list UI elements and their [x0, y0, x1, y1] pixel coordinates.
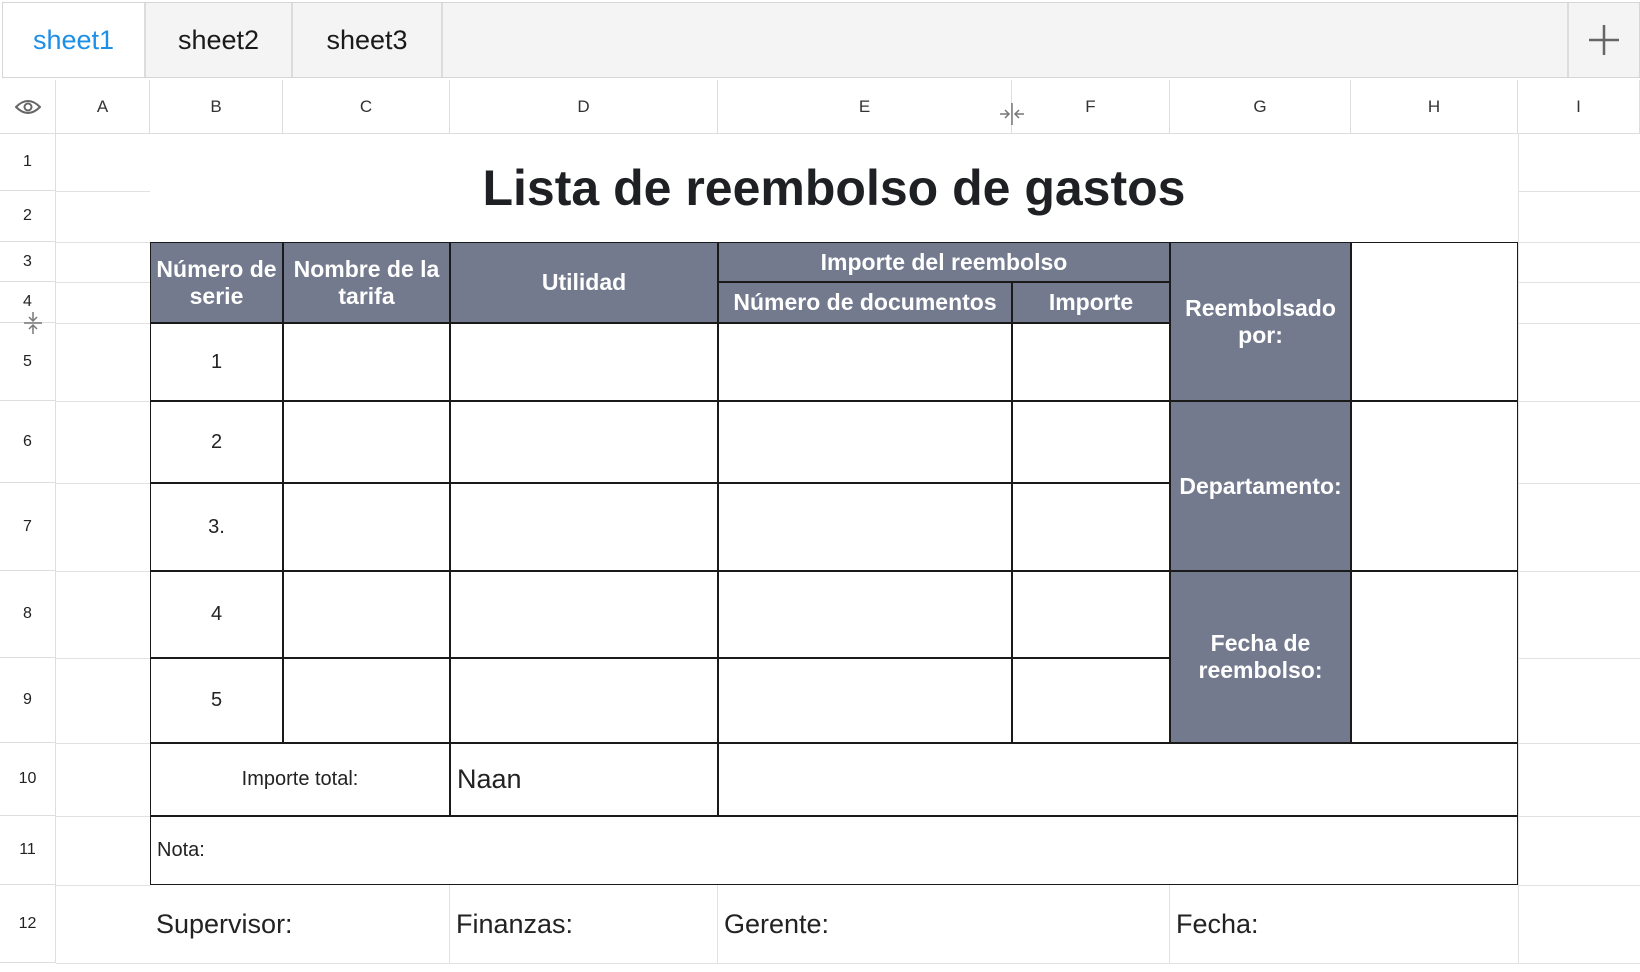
column-header-c[interactable]: C [283, 80, 450, 134]
gridline [56, 483, 150, 484]
row-header-9[interactable]: 9 [0, 658, 56, 743]
serial-cell[interactable]: 4 [150, 571, 283, 658]
fee-name-cell[interactable] [283, 483, 450, 571]
sheet-title[interactable]: Lista de reembolso de gastos [150, 134, 1518, 242]
header-utility[interactable]: Utilidad [450, 242, 718, 323]
label-department[interactable]: Departamento: [1170, 401, 1351, 571]
signature-manager[interactable]: Gerente: [718, 885, 1170, 963]
serial-cell[interactable]: 2 [150, 401, 283, 483]
serial-cell[interactable]: 5 [150, 658, 283, 743]
header-fee-name[interactable]: Nombre de la tarifa [283, 242, 450, 323]
row-header-1[interactable]: 1 [0, 134, 56, 191]
signature-date[interactable]: Fecha: [1170, 885, 1518, 963]
document-count-cell[interactable] [718, 323, 1012, 401]
gridline [56, 658, 150, 659]
gridline [1518, 483, 1640, 484]
amount-cell[interactable] [1012, 483, 1170, 571]
serial-cell[interactable]: 1 [150, 323, 283, 401]
gridline [56, 323, 150, 324]
gridline [56, 282, 150, 283]
fee-name-cell[interactable] [283, 571, 450, 658]
header-amount[interactable]: Importe [1012, 282, 1170, 323]
row-header-11[interactable]: 11 [0, 816, 56, 885]
document-count-cell[interactable] [718, 658, 1012, 743]
gridline [1518, 401, 1640, 402]
utility-cell[interactable] [450, 571, 718, 658]
gridline [56, 191, 150, 192]
serial-cell[interactable]: 3. [150, 483, 283, 571]
gridline [1518, 658, 1640, 659]
tab-sheet3[interactable]: sheet3 [293, 3, 443, 77]
gridline [56, 242, 150, 243]
document-count-cell[interactable] [718, 401, 1012, 483]
column-header-i[interactable]: I [1518, 80, 1640, 134]
amount-cell[interactable] [1012, 323, 1170, 401]
value-reimbursed-by[interactable] [1351, 242, 1518, 401]
gridline [56, 885, 150, 886]
gridline [1518, 816, 1640, 817]
label-reimbursed-by[interactable]: Reembolsado por: [1170, 242, 1351, 401]
row-header-6[interactable]: 6 [0, 401, 56, 483]
label-reimbursement-date[interactable]: Fecha de reembolso: [1170, 571, 1351, 743]
value-reimbursement-date[interactable] [1351, 571, 1518, 743]
utility-cell[interactable] [450, 323, 718, 401]
utility-cell[interactable] [450, 658, 718, 743]
tab-sheet2[interactable]: sheet2 [146, 3, 293, 77]
fee-name-cell[interactable] [283, 401, 450, 483]
row-header-12[interactable]: 12 [0, 885, 56, 963]
column-header-h[interactable]: H [1351, 80, 1518, 134]
header-reimbursement-amount[interactable]: Importe del reembolso [718, 242, 1170, 282]
amount-cell[interactable] [1012, 658, 1170, 743]
gridline [56, 743, 150, 744]
total-label[interactable]: Importe total: [150, 743, 450, 816]
gridline [1518, 282, 1640, 283]
gridline [1518, 743, 1640, 744]
gridline [1518, 323, 1640, 324]
column-header-b[interactable]: B [150, 80, 283, 134]
row-resize-icon[interactable] [22, 311, 44, 335]
add-sheet-button[interactable] [1567, 3, 1639, 77]
column-header-a[interactable]: A [56, 80, 150, 134]
row-header-8[interactable]: 8 [0, 571, 56, 658]
header-document-count[interactable]: Número de documentos [718, 282, 1012, 323]
amount-cell[interactable] [1012, 571, 1170, 658]
fee-name-cell[interactable] [283, 658, 450, 743]
total-empty-cell[interactable] [718, 743, 1518, 816]
row-header-7[interactable]: 7 [0, 483, 56, 571]
row-header-2[interactable]: 2 [0, 191, 56, 242]
sheet-tab-bar: sheet1 sheet2 sheet3 [2, 2, 1640, 78]
value-department[interactable] [1351, 401, 1518, 571]
gridline [1518, 242, 1640, 243]
column-header-e[interactable]: E [718, 80, 1012, 134]
column-resize-icon[interactable] [998, 101, 1026, 127]
signature-supervisor[interactable]: Supervisor: [150, 885, 450, 963]
gridline [56, 571, 150, 572]
utility-cell[interactable] [450, 483, 718, 571]
gridline [1518, 885, 1640, 886]
fee-name-cell[interactable] [283, 323, 450, 401]
gridline [1518, 191, 1640, 192]
row-header-10[interactable]: 10 [0, 743, 56, 816]
gridline [1518, 571, 1640, 572]
column-header-d[interactable]: D [450, 80, 718, 134]
gridline [1518, 134, 1519, 963]
note-cell[interactable]: Nota: [150, 816, 1518, 885]
tab-sheet1[interactable]: sheet1 [3, 3, 146, 77]
document-count-cell[interactable] [718, 483, 1012, 571]
plus-icon [1589, 25, 1619, 55]
gridline [56, 401, 150, 402]
utility-cell[interactable] [450, 401, 718, 483]
column-header-g[interactable]: G [1170, 80, 1351, 134]
amount-cell[interactable] [1012, 401, 1170, 483]
header-serial-number[interactable]: Número de serie [150, 242, 283, 323]
gridline [56, 963, 1640, 964]
gridline [56, 816, 150, 817]
total-value[interactable]: Naan [450, 743, 718, 816]
row-header-3[interactable]: 3 [0, 242, 56, 282]
eye-icon [14, 99, 41, 114]
document-count-cell[interactable] [718, 571, 1012, 658]
signature-finance[interactable]: Finanzas: [450, 885, 718, 963]
select-all-corner[interactable] [0, 80, 56, 134]
column-header-f[interactable]: F [1012, 80, 1170, 134]
